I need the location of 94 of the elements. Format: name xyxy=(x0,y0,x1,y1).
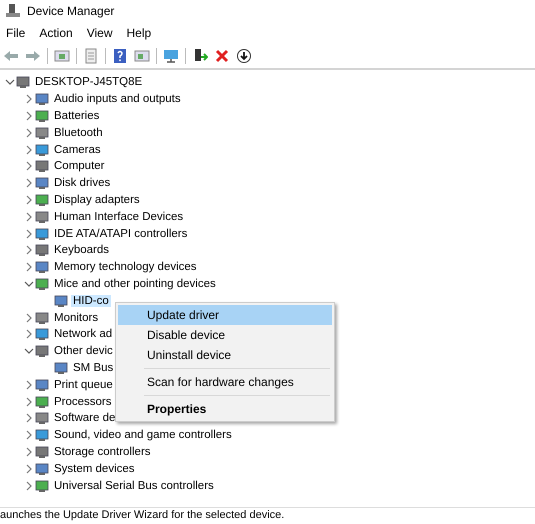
status-bar: aunches the Update Driver Wizard for the selected device. xyxy=(0,507,535,522)
tree-item[interactable]: Storage controllers xyxy=(52,446,153,458)
device-icon xyxy=(34,376,50,393)
tree-item[interactable]: Sound, video and game controllers xyxy=(52,429,234,442)
expand-chevron-icon[interactable] xyxy=(24,380,34,390)
device-icon xyxy=(34,276,50,292)
expand-chevron-icon[interactable] xyxy=(24,110,34,121)
tree-item[interactable]: Software de xyxy=(52,412,118,424)
tree-item[interactable]: Keyboards xyxy=(52,244,111,256)
device-icon xyxy=(34,444,50,460)
device-icon xyxy=(34,91,50,108)
tree-item[interactable]: Processors xyxy=(52,396,114,408)
tree-item[interactable]: Other devic xyxy=(52,345,115,358)
device-icon xyxy=(34,427,50,444)
collapse-chevron-icon[interactable] xyxy=(24,278,34,289)
tree-item[interactable]: SM Bus xyxy=(71,362,116,374)
context-menu-item[interactable]: Uninstall device xyxy=(118,345,332,365)
device-icon xyxy=(34,394,50,410)
expand-chevron-icon[interactable] xyxy=(24,178,34,188)
device-icon xyxy=(53,292,69,309)
expand-chevron-icon[interactable] xyxy=(24,312,34,323)
panel-icon[interactable] xyxy=(54,48,70,64)
tree-item[interactable]: IDE ATA/ATAPI controllers xyxy=(52,228,190,240)
device-icon xyxy=(34,410,50,426)
expand-chevron-icon[interactable] xyxy=(24,128,34,138)
device-icon xyxy=(34,124,50,141)
context-menu-item[interactable]: Update driver xyxy=(118,305,332,325)
menu-item[interactable]: View xyxy=(84,26,120,40)
device-icon xyxy=(34,108,50,124)
device-icon xyxy=(34,326,50,342)
tree-item[interactable]: Universal Serial Bus controllers xyxy=(52,480,216,492)
device-icon xyxy=(34,208,50,225)
document-icon[interactable] xyxy=(83,48,99,64)
tree-item[interactable]: HID-co xyxy=(71,294,111,307)
expand-chevron-icon[interactable] xyxy=(24,413,34,424)
tree-item[interactable]: Mice and other pointing devices xyxy=(52,278,218,290)
device-icon xyxy=(34,460,50,477)
device-icon xyxy=(34,343,50,360)
tree-item[interactable]: Audio inputs and outputs xyxy=(52,93,183,106)
tree-item[interactable]: Disk drives xyxy=(52,177,112,190)
close-icon[interactable] xyxy=(214,48,230,64)
device-icon xyxy=(34,158,50,174)
menu-item[interactable]: Help xyxy=(124,26,160,40)
expand-chevron-icon[interactable] xyxy=(24,194,34,205)
menu-item[interactable]: File xyxy=(4,26,34,40)
tree-item[interactable]: Monitors xyxy=(52,312,100,324)
device-icon xyxy=(34,242,50,258)
expand-chevron-icon[interactable] xyxy=(24,446,34,457)
tree-item[interactable]: Network ad xyxy=(52,328,114,340)
expand-chevron-icon[interactable] xyxy=(24,262,34,272)
help-icon[interactable] xyxy=(112,48,128,64)
expand-chevron-icon[interactable] xyxy=(24,430,34,440)
tree-item[interactable]: Print queue xyxy=(52,378,115,391)
tree-item[interactable]: Batteries xyxy=(52,110,102,122)
tree-item[interactable]: Bluetooth xyxy=(52,126,105,139)
expand-chevron-icon[interactable] xyxy=(24,329,34,340)
expand-chevron-icon[interactable] xyxy=(24,228,34,239)
collapse-chevron-icon[interactable] xyxy=(24,346,34,356)
tree-item[interactable]: DESKTOP-J45TQ8E xyxy=(33,76,144,88)
expand-chevron-icon[interactable] xyxy=(24,480,34,491)
expand-chevron-icon[interactable] xyxy=(24,212,34,222)
tree-item[interactable]: System devices xyxy=(52,462,137,475)
device-icon xyxy=(34,478,50,494)
device-icon xyxy=(53,360,69,376)
tree-item[interactable]: Computer xyxy=(52,160,106,172)
device-icon xyxy=(34,226,50,242)
collapse-chevron-icon[interactable] xyxy=(5,77,15,88)
expand-chevron-icon[interactable] xyxy=(24,144,34,155)
device-icon xyxy=(34,259,50,276)
panel-icon[interactable] xyxy=(134,48,150,64)
context-menu-item[interactable]: Disable device xyxy=(118,325,332,345)
device-icon xyxy=(15,74,31,90)
tree-item[interactable]: Display adapters xyxy=(52,194,142,206)
forward-icon[interactable] xyxy=(25,48,41,64)
window-title: Device Manager xyxy=(27,4,114,18)
back-icon[interactable] xyxy=(3,48,19,64)
expand-chevron-icon[interactable] xyxy=(24,464,34,474)
expand-chevron-icon[interactable] xyxy=(24,161,34,172)
context-menu-item[interactable]: Properties xyxy=(118,399,332,419)
context-menu-item[interactable]: Scan for hardware changes xyxy=(118,372,332,392)
device-icon xyxy=(34,310,50,326)
device-icon xyxy=(34,175,50,192)
device-add-icon[interactable] xyxy=(192,48,208,64)
monitor-icon[interactable] xyxy=(163,48,179,64)
expand-chevron-icon[interactable] xyxy=(24,245,34,256)
device-icon xyxy=(34,142,50,158)
tree-item[interactable]: Cameras xyxy=(52,144,103,156)
tree-item[interactable]: Human Interface Devices xyxy=(52,210,186,223)
device-icon xyxy=(34,192,50,208)
expand-chevron-icon[interactable] xyxy=(24,94,34,104)
download-icon[interactable] xyxy=(236,48,252,64)
expand-chevron-icon[interactable] xyxy=(24,396,34,407)
menu-item[interactable]: Action xyxy=(37,26,81,40)
tree-item[interactable]: Memory technology devices xyxy=(52,261,199,274)
